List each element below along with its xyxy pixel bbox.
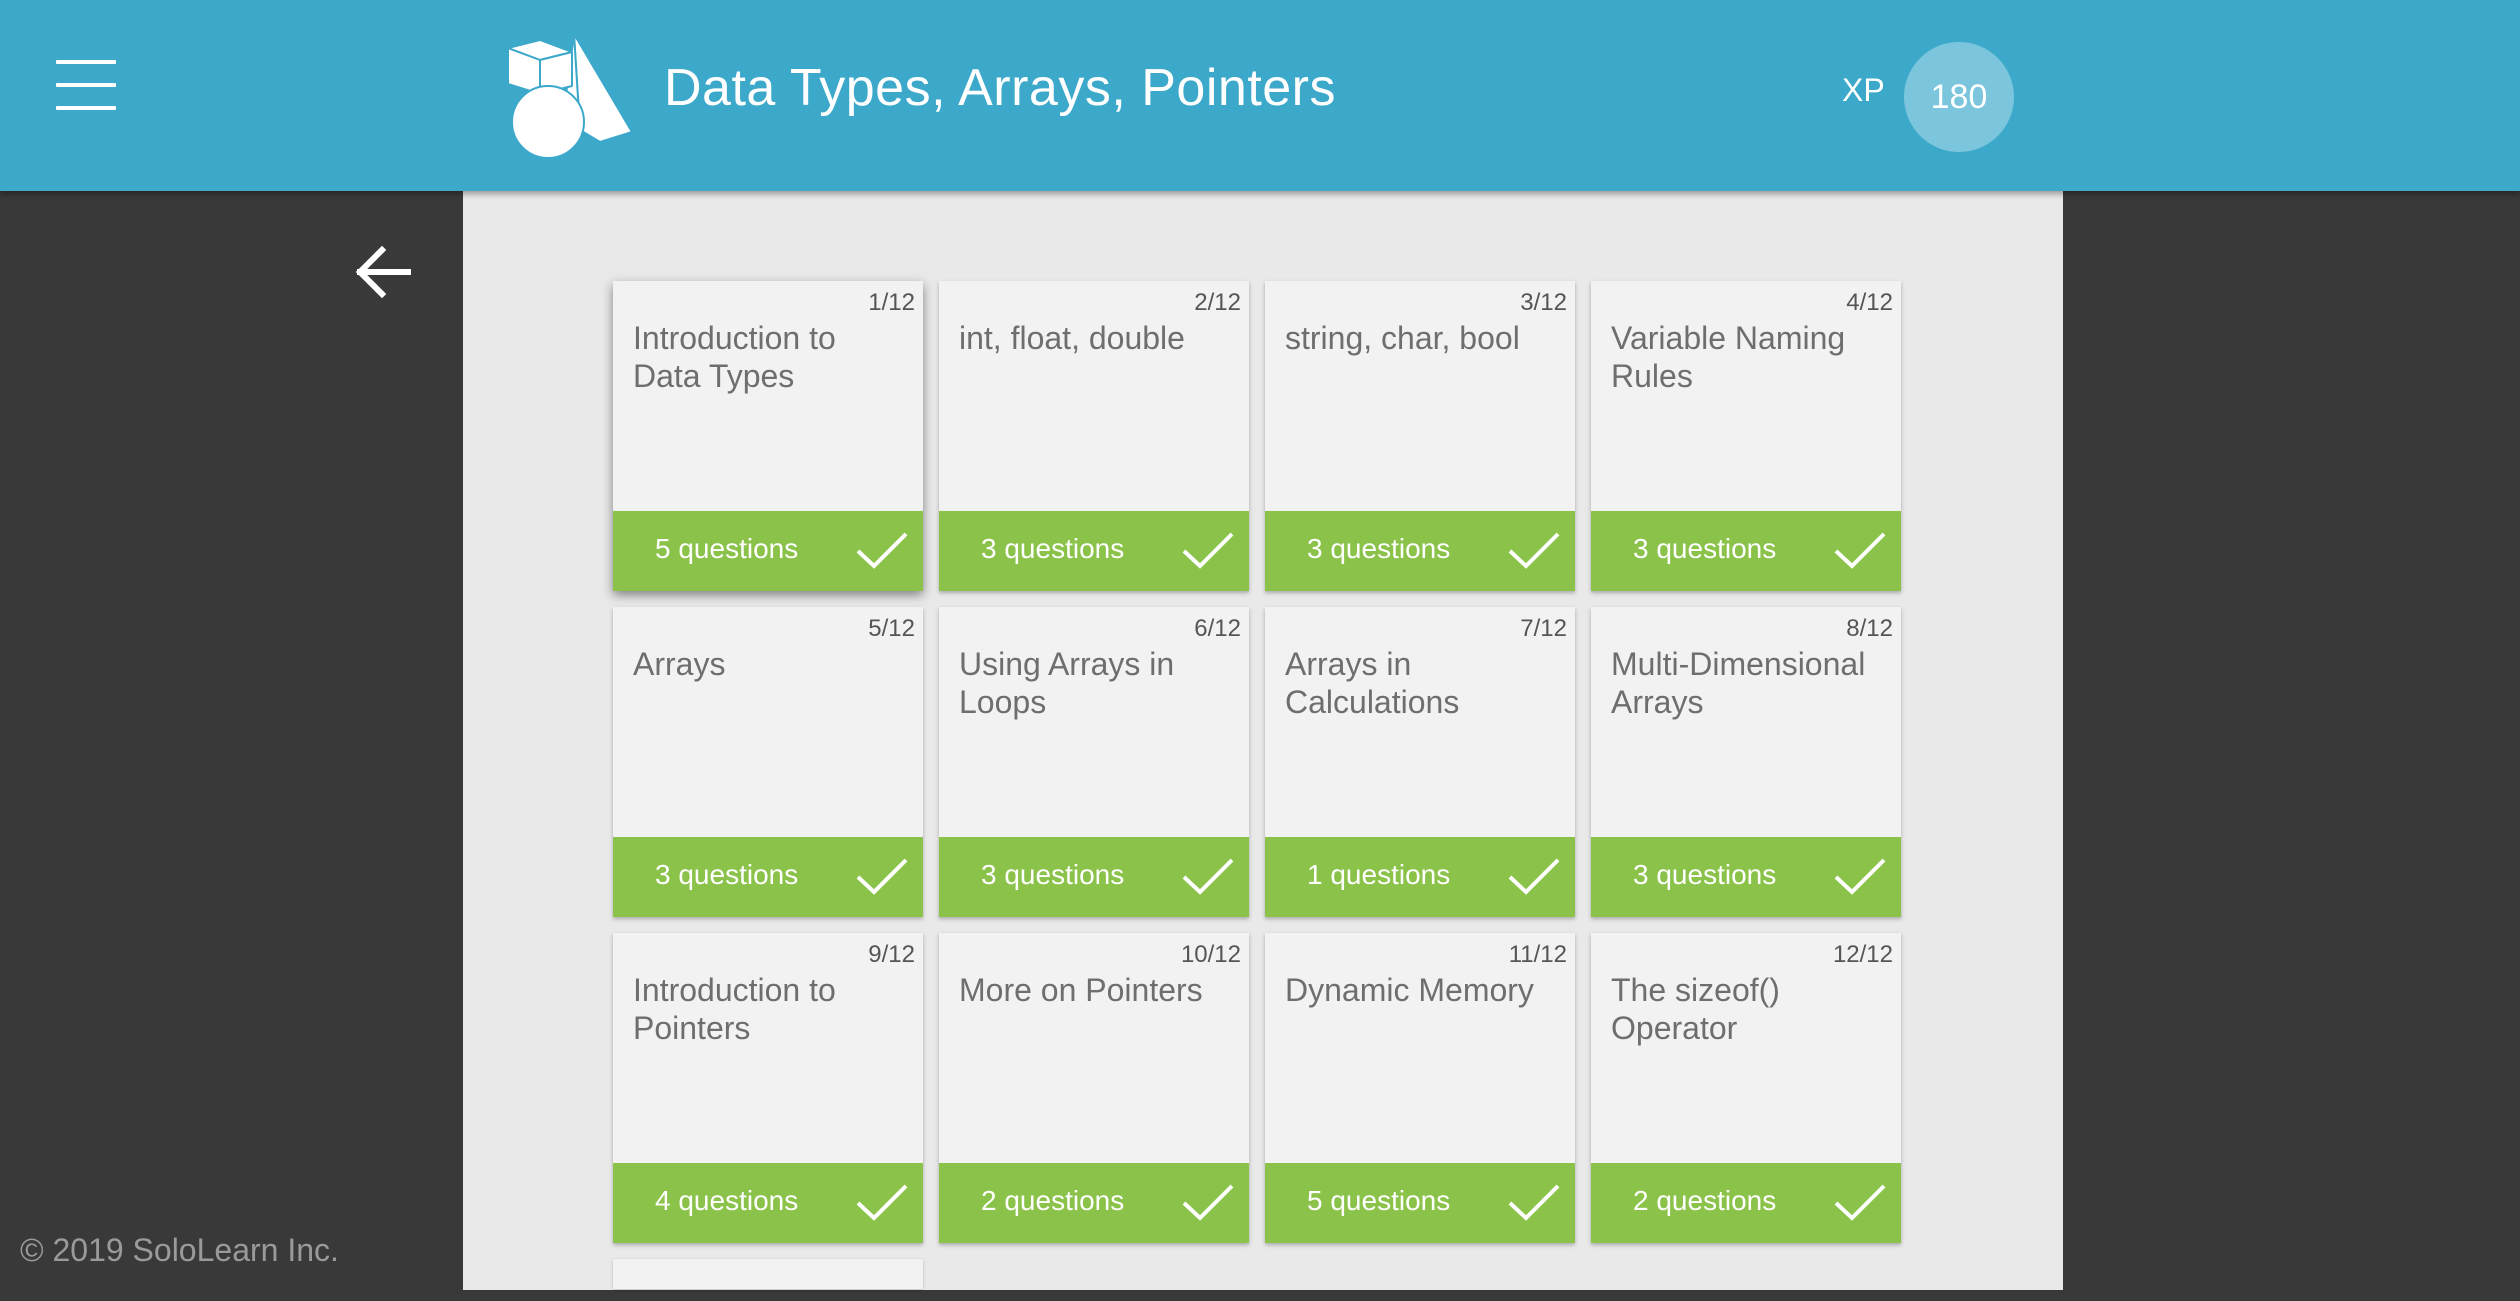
lesson-title: Arrays in Calculations bbox=[1285, 646, 1460, 720]
checkmark-icon bbox=[1508, 858, 1560, 895]
lesson-card[interactable]: 4/12 Variable Naming Rules 3 questions bbox=[1591, 281, 1901, 591]
lesson-number: 3/12 bbox=[1520, 289, 1567, 316]
lessons-panel: 1/12 Introduction to Data Types 5 questi… bbox=[463, 191, 2063, 1290]
arrow-left-icon[interactable] bbox=[352, 244, 412, 300]
question-count: 3 questions bbox=[981, 533, 1125, 564]
lesson-number: 5/12 bbox=[868, 615, 915, 642]
lesson-title: Introduction to Data Types bbox=[633, 320, 836, 394]
lesson-title: Arrays bbox=[633, 646, 726, 682]
hamburger-menu-icon[interactable] bbox=[56, 60, 124, 110]
lesson-title: Using Arrays in Loops bbox=[959, 646, 1175, 720]
checkmark-icon bbox=[1834, 1184, 1886, 1221]
xp-label: XP bbox=[1842, 72, 1885, 108]
lesson-card[interactable]: 9/12 Introduction to Pointers 4 question… bbox=[613, 933, 923, 1243]
lesson-number: 10/12 bbox=[1180, 941, 1241, 968]
lesson-number: 8/12 bbox=[1846, 615, 1893, 642]
question-count: 3 questions bbox=[655, 859, 799, 890]
geometric-shapes-logo bbox=[507, 33, 633, 159]
checkmark-icon bbox=[1834, 858, 1886, 895]
lesson-card[interactable]: 8/12 Multi-Dimensional Arrays 3 question… bbox=[1591, 607, 1901, 917]
checkmark-icon bbox=[1182, 532, 1234, 569]
question-count: 2 questions bbox=[1633, 1185, 1777, 1216]
lesson-number: 4/12 bbox=[1846, 289, 1893, 316]
question-count: 2 questions bbox=[981, 1185, 1125, 1216]
lesson-card[interactable]: 12/12 The sizeof() Operator 2 questions bbox=[1591, 933, 1901, 1243]
lesson-footer: 2 questions bbox=[939, 1163, 1249, 1243]
lesson-card[interactable]: 11/12 Dynamic Memory 5 questions bbox=[1265, 933, 1575, 1243]
top-app-bar: Data Types, Arrays, Pointers XP 180 bbox=[0, 0, 2520, 191]
question-count: 3 questions bbox=[1307, 533, 1451, 564]
lesson-footer: 2 questions bbox=[1591, 1163, 1901, 1243]
lesson-footer: 3 questions bbox=[1591, 837, 1901, 917]
lesson-title: Variable Naming Rules bbox=[1611, 320, 1846, 394]
lesson-footer: 3 questions bbox=[1265, 511, 1575, 591]
lesson-card[interactable]: 2/12 int, float, double 3 questions bbox=[939, 281, 1249, 591]
question-count: 3 questions bbox=[1633, 533, 1777, 564]
lesson-grid: 1/12 Introduction to Data Types 5 questi… bbox=[613, 281, 1913, 1301]
checkmark-icon bbox=[1182, 1184, 1234, 1221]
lesson-card[interactable]: 3/12 string, char, bool 3 questions bbox=[1265, 281, 1575, 591]
lesson-card[interactable]: 7/12 Arrays in Calculations 1 questions bbox=[1265, 607, 1575, 917]
question-count: 5 questions bbox=[1307, 1185, 1451, 1216]
lesson-card[interactable]: 5/12 Arrays 3 questions bbox=[613, 607, 923, 917]
lesson-card[interactable]: 6/12 Using Arrays in Loops 3 questions bbox=[939, 607, 1249, 917]
lesson-number: 11/12 bbox=[1508, 941, 1567, 968]
lesson-footer: 5 questions bbox=[613, 511, 923, 591]
checkmark-icon bbox=[856, 858, 908, 895]
copyright-text: © 2019 SoloLearn Inc. bbox=[20, 1232, 339, 1268]
page-title: Data Types, Arrays, Pointers bbox=[664, 59, 1336, 117]
question-count: 3 questions bbox=[981, 859, 1125, 890]
lesson-footer: 5 questions bbox=[1265, 1163, 1575, 1243]
lesson-card-partial[interactable] bbox=[613, 1259, 923, 1289]
question-count: 1 questions bbox=[1307, 859, 1451, 890]
lesson-number: 6/12 bbox=[1194, 615, 1241, 642]
lesson-card[interactable]: 1/12 Introduction to Data Types 5 questi… bbox=[613, 281, 923, 591]
lesson-title: Multi-Dimensional Arrays bbox=[1611, 646, 1866, 720]
lesson-footer: 3 questions bbox=[939, 837, 1249, 917]
lesson-title: int, float, double bbox=[959, 320, 1185, 356]
question-count: 3 questions bbox=[1633, 859, 1777, 890]
checkmark-icon bbox=[1508, 532, 1560, 569]
lesson-number: 9/12 bbox=[868, 941, 915, 968]
lesson-title: Dynamic Memory bbox=[1285, 972, 1534, 1008]
checkmark-icon bbox=[1834, 532, 1886, 569]
lesson-footer: 4 questions bbox=[613, 1163, 923, 1243]
lesson-title: string, char, bool bbox=[1285, 320, 1520, 356]
checkmark-icon bbox=[856, 532, 908, 569]
lesson-number: 1/12 bbox=[868, 289, 915, 316]
lesson-footer: 1 questions bbox=[1265, 837, 1575, 917]
lesson-title: More on Pointers bbox=[959, 972, 1203, 1008]
lesson-number: 7/12 bbox=[1520, 615, 1567, 642]
lesson-card[interactable]: 10/12 More on Pointers 2 questions bbox=[939, 933, 1249, 1243]
checkmark-icon bbox=[1182, 858, 1234, 895]
lesson-title: The sizeof() Operator bbox=[1611, 972, 1780, 1046]
lesson-number: 2/12 bbox=[1194, 289, 1241, 316]
question-count: 4 questions bbox=[655, 1185, 799, 1216]
checkmark-icon bbox=[856, 1184, 908, 1221]
lesson-footer: 3 questions bbox=[613, 837, 923, 917]
lesson-footer: 3 questions bbox=[939, 511, 1249, 591]
lesson-number: 12/12 bbox=[1832, 941, 1893, 968]
xp-badge: 180 bbox=[1904, 42, 2014, 152]
lesson-title: Introduction to Pointers bbox=[633, 972, 836, 1046]
question-count: 5 questions bbox=[655, 533, 799, 564]
lesson-footer: 3 questions bbox=[1591, 511, 1901, 591]
checkmark-icon bbox=[1508, 1184, 1560, 1221]
